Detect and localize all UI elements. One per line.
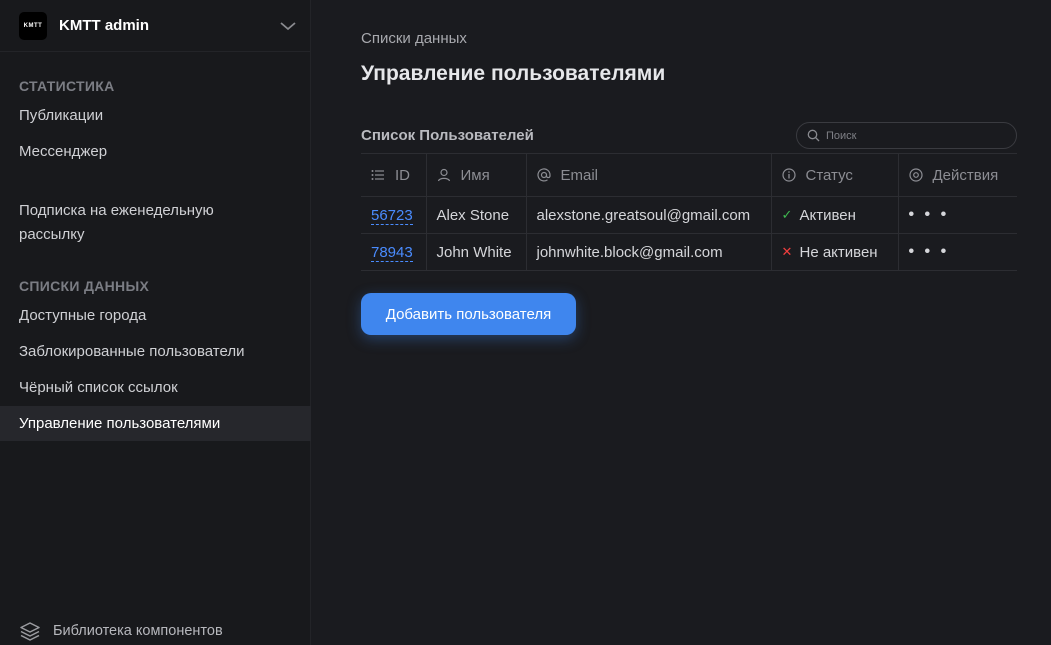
check-icon: ✓ — [781, 207, 793, 222]
cell-id: 56723 — [361, 196, 427, 234]
cell-status: ✓ Активен — [771, 196, 899, 234]
column-label-email: Email — [560, 166, 599, 184]
cell-id: 78943 — [361, 233, 427, 271]
column-label-actions: Действия — [932, 166, 999, 184]
sidebar-item-messenger[interactable]: Мессенджер — [0, 140, 311, 164]
brand-header[interactable]: KMTT KMTT admin — [0, 0, 310, 52]
sidebar-item-cities[interactable]: Доступные города — [0, 304, 311, 328]
page-title: Управление пользователями — [361, 62, 666, 85]
component-library-label: Библиотека компонентов — [53, 623, 223, 639]
settings-icon — [908, 168, 923, 182]
status-text: Активен — [799, 206, 856, 224]
section-title-lists: СПИСКИ ДАННЫХ — [19, 278, 150, 294]
sidebar-item-subscription[interactable]: Подписка на еженедельную рассылку — [0, 199, 311, 247]
cell-name: John White — [426, 233, 527, 271]
list-title: Список Пользователей — [361, 127, 534, 144]
status-text: Не активен — [799, 243, 878, 261]
column-label-status: Статус — [805, 166, 853, 184]
section-title-stats: СТАТИСТИКА — [19, 78, 115, 94]
cross-icon: ✕ — [781, 244, 793, 259]
column-header-id[interactable]: ID — [361, 153, 427, 197]
table-row[interactable]: 78943 John White johnwhite.block@gmail.c… — [361, 233, 1017, 271]
sidebar-item-blocked-users[interactable]: Заблокированные пользователи — [0, 340, 311, 364]
user-icon — [437, 168, 450, 182]
table-row[interactable]: 56723 Alex Stone alexstone.greatsoul@gma… — [361, 196, 1017, 234]
cell-status: ✕ Не активен — [771, 233, 899, 271]
column-header-email[interactable]: Email — [526, 153, 772, 197]
sidebar-item-publications[interactable]: Публикации — [0, 104, 311, 128]
users-table: ID Имя Email Статус Действия 56723 Alex … — [361, 153, 1017, 271]
list-icon — [371, 170, 384, 180]
brand-logo: KMTT — [19, 11, 47, 40]
layers-icon — [20, 622, 40, 641]
cell-email: johnwhite.block@gmail.com — [526, 233, 772, 271]
sidebar-item-component-library[interactable]: Библиотека компонентов — [19, 620, 223, 642]
search-input[interactable] — [826, 129, 1006, 142]
column-header-status[interactable]: Статус — [771, 153, 899, 197]
row-actions-button[interactable]: • • • — [898, 196, 1017, 234]
cell-name: Alex Stone — [426, 196, 527, 234]
brand-name: KMTT admin — [59, 17, 149, 34]
table-header-row: ID Имя Email Статус Действия — [361, 153, 1017, 197]
cell-email: alexstone.greatsoul@gmail.com — [526, 196, 772, 234]
user-id-link[interactable]: 78943 — [371, 243, 413, 262]
row-actions-button[interactable]: • • • — [898, 233, 1017, 271]
sidebar: KMTT KMTT admin СТАТИСТИКА Публикации Ме… — [0, 0, 311, 645]
subscription-label-line2: рассылку — [19, 226, 85, 243]
at-sign-icon — [536, 168, 551, 182]
subscription-label-line1: Подписка на еженедельную — [19, 202, 214, 219]
chevron-down-icon[interactable] — [278, 16, 298, 36]
column-label-name: Имя — [460, 166, 490, 184]
search-icon — [807, 129, 820, 142]
sidebar-item-link-blacklist[interactable]: Чёрный список ссылок — [0, 376, 311, 400]
search-box[interactable] — [796, 122, 1017, 149]
breadcrumb[interactable]: Списки данных — [361, 30, 467, 47]
column-label-id: ID — [395, 166, 410, 184]
add-user-button[interactable]: Добавить пользователя — [361, 293, 576, 335]
info-icon — [781, 168, 796, 182]
sidebar-item-user-management[interactable]: Управление пользователями — [0, 406, 311, 441]
column-header-actions[interactable]: Действия — [898, 153, 1017, 197]
column-header-name[interactable]: Имя — [426, 153, 527, 197]
user-id-link[interactable]: 56723 — [371, 206, 413, 225]
